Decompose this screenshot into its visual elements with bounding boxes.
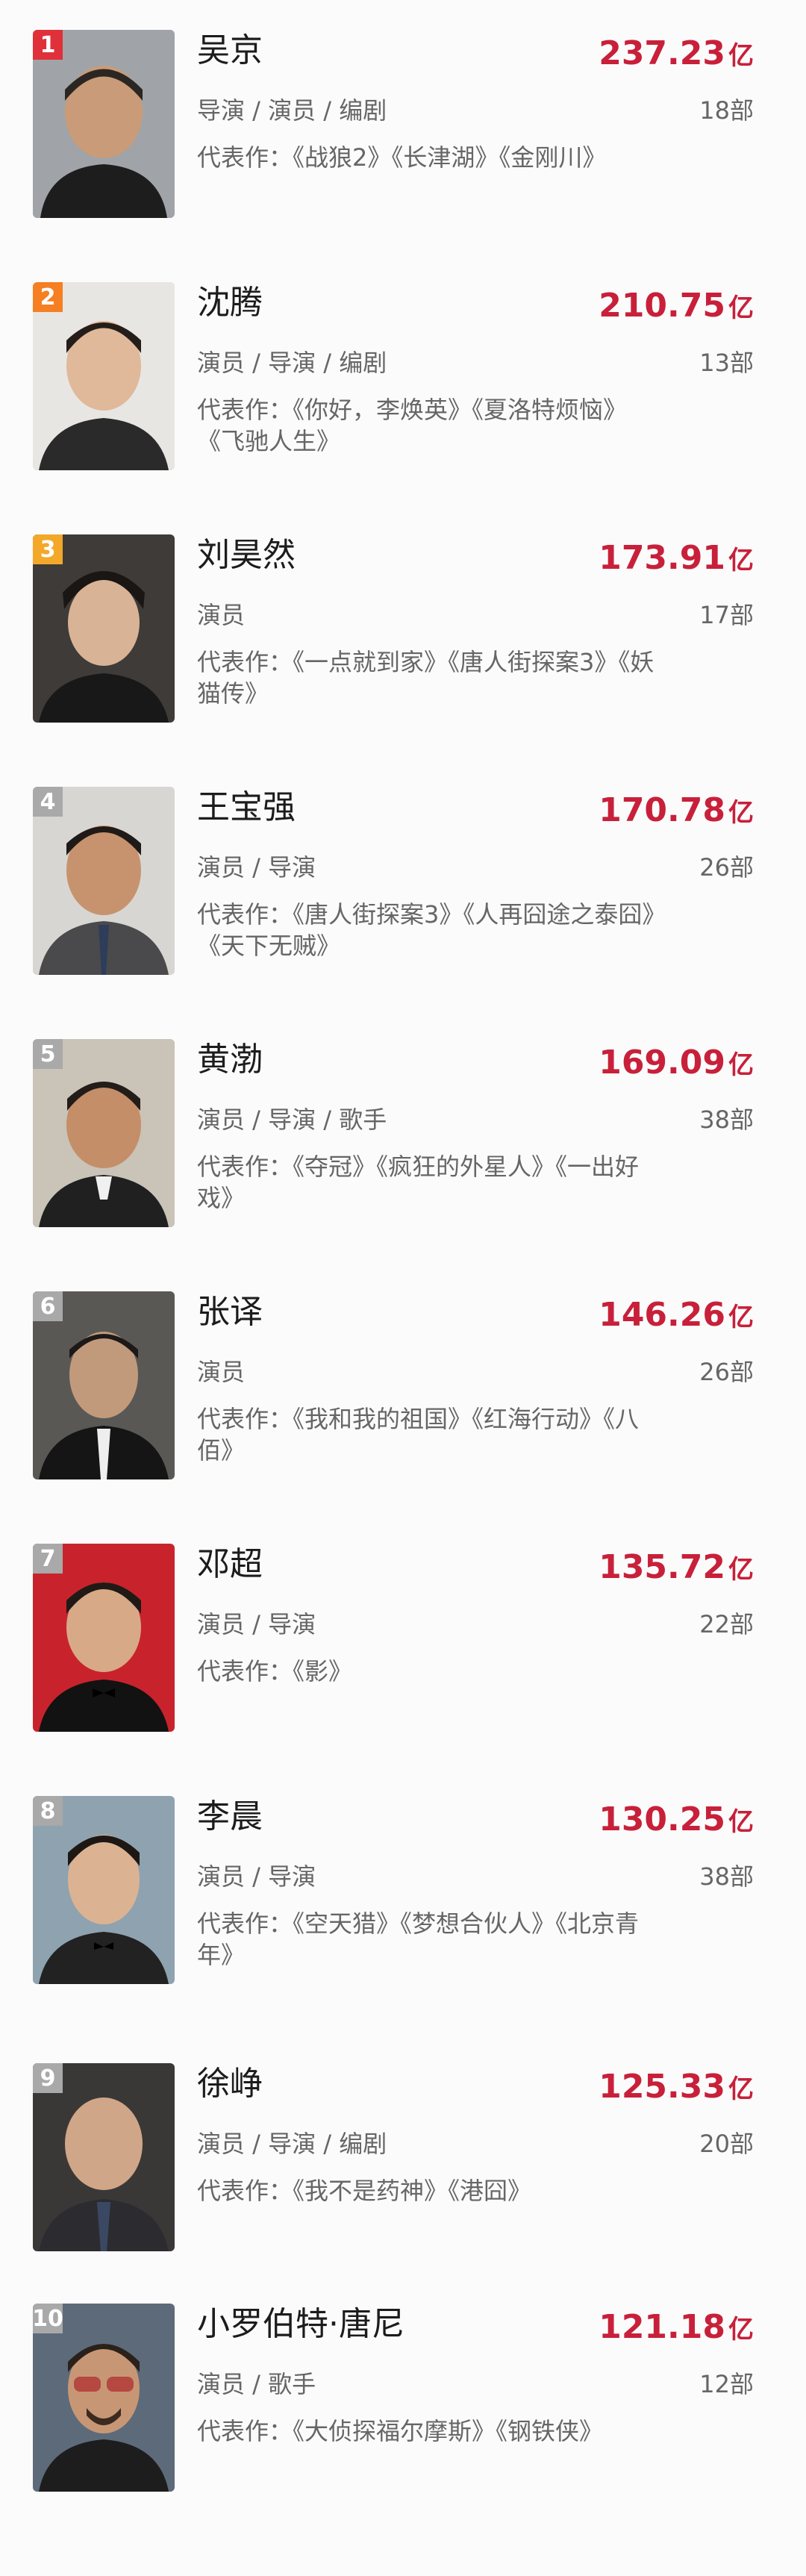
actor-roles: 演员 / 导演 [197,853,316,882]
avatar: 8 [33,1796,175,1984]
film-count: 38部 [699,1105,754,1134]
film-count: 18部 [699,96,754,125]
actor-name: 王宝强 [197,788,296,826]
ranking-row[interactable]: 2 沈腾 210.75 亿 演员 / 导演 / 编剧 13部 代表作：《你好，李焕… [0,282,806,506]
film-count: 26部 [699,853,754,882]
representative-works: 代表作：《我和我的祖国》《红海行动》《八佰》 [197,1405,640,1465]
film-count: 17部 [699,601,754,629]
ranking-row[interactable]: 7 邓超 135.72 亿 演员 / 导演 22部 代表作：《影》 [0,1544,806,1768]
avatar: 10 [33,2304,175,2492]
actor-name: 邓超 [197,1545,263,1583]
rank-badge: 7 [33,1544,63,1574]
representative-works: 代表作：《大侦探福尔摩斯》《钢铁侠》 [197,2417,604,2445]
ranking-row[interactable]: 9 徐峥 125.33 亿 演员 / 导演 / 编剧 20部 代表作：《我不是药神… [0,2063,806,2287]
avatar: 4 [33,787,175,975]
film-count: 22部 [699,1610,754,1638]
actor-roles: 演员 / 导演 [197,1610,316,1638]
rank-badge: 9 [33,2063,63,2093]
ranking-row[interactable]: 3 刘昊然 173.91 亿 演员 17部 代表作：《一点就到家》《唐人街探案3》… [0,534,806,758]
box-office: 121.18 亿 [599,2308,754,2346]
avatar: 7 [33,1544,175,1732]
film-count: 26部 [699,1358,754,1386]
actor-roles: 演员 / 导演 / 编剧 [197,349,387,377]
rank-badge: 6 [33,1291,63,1321]
ranking-row[interactable]: 4 王宝强 170.78 亿 演员 / 导演 26部 代表作：《唐人街探案3》《人… [0,787,806,1011]
representative-works: 代表作：《战狼2》《长津湖》《金刚川》 [197,143,607,172]
representative-works: 代表作：《空天猎》《梦想合伙人》《北京青年》 [197,1909,640,1969]
representative-works: 代表作：《夺冠》《疯狂的外星人》《一出好戏》 [197,1153,640,1212]
avatar: 2 [33,282,175,470]
actor-roles: 导演 / 演员 / 编剧 [197,96,387,125]
film-count: 12部 [699,2370,754,2398]
avatar: 6 [33,1291,175,1479]
actor-name: 刘昊然 [197,536,296,574]
box-office: 173.91 亿 [599,539,754,577]
rank-badge: 8 [33,1796,63,1826]
ranking-row[interactable]: 5 黄渤 169.09 亿 演员 / 导演 / 歌手 38部 代表作：《夺冠》《疯… [0,1039,806,1263]
actor-name: 沈腾 [197,284,263,322]
representative-works: 代表作：《你好，李焕英》《夏洛特烦恼》《飞驰人生》 [197,396,628,455]
rank-badge: 2 [33,282,63,312]
rank-badge: 5 [33,1039,63,1069]
film-count: 13部 [699,349,754,377]
representative-works: 代表作：《一点就到家》《唐人街探案3》《妖猫传》 [197,648,655,708]
ranking-list: 1 吴京 237.23 亿 导演 / 演员 / 编剧 18部 代表作：《战狼2》《… [0,0,806,2576]
rank-badge: 4 [33,787,63,817]
avatar: 1 [33,30,175,218]
actor-name: 李晨 [197,1797,263,1836]
actor-roles: 演员 / 歌手 [197,2370,316,2398]
ranking-row[interactable]: 8 李晨 130.25 亿 演员 / 导演 38部 代表作：《空天猎》《梦想合伙人… [0,1796,806,2020]
box-office: 169.09 亿 [599,1044,754,1082]
rank-badge: 3 [33,534,63,564]
actor-name: 小罗伯特·唐尼 [197,2305,404,2343]
rank-badge: 1 [33,30,63,60]
ranking-row[interactable]: 10 小罗伯特·唐尼 121.18 亿 演员 / 歌手 12部 代表作：《大侦探福… [0,2304,806,2527]
actor-name: 黄渤 [197,1041,263,1079]
representative-works: 代表作：《我不是药神》《港囧》 [197,2177,532,2205]
ranking-row[interactable]: 1 吴京 237.23 亿 导演 / 演员 / 编剧 18部 代表作：《战狼2》《… [0,30,806,254]
representative-works: 代表作：《唐人街探案3》《人再囧途之泰囧》《天下无贼》 [197,900,655,960]
avatar: 5 [33,1039,175,1227]
box-office: 210.75 亿 [599,287,754,325]
actor-roles: 演员 / 导演 / 编剧 [197,2130,387,2158]
box-office: 170.78 亿 [599,791,754,829]
actor-roles: 演员 / 导演 / 歌手 [197,1105,387,1134]
avatar: 3 [33,534,175,723]
representative-works: 代表作：《影》 [197,1657,353,1685]
box-office: 125.33 亿 [599,2068,754,2106]
actor-roles: 演员 / 导演 [197,1862,316,1891]
ranking-row[interactable]: 6 张译 146.26 亿 演员 26部 代表作：《我和我的祖国》《红海行动》《八… [0,1291,806,1515]
actor-roles: 演员 [197,1358,246,1386]
box-office: 146.26 亿 [599,1296,754,1334]
box-office: 130.25 亿 [599,1800,754,1839]
actor-name: 张译 [197,1293,263,1331]
film-count: 38部 [699,1862,754,1891]
actor-name: 吴京 [197,31,263,69]
box-office: 135.72 亿 [599,1548,754,1586]
actor-roles: 演员 [197,601,246,629]
box-office: 237.23 亿 [599,34,754,72]
avatar: 9 [33,2063,175,2251]
rank-badge: 10 [33,2304,63,2333]
film-count: 20部 [699,2130,754,2158]
actor-name: 徐峥 [197,2065,263,2103]
